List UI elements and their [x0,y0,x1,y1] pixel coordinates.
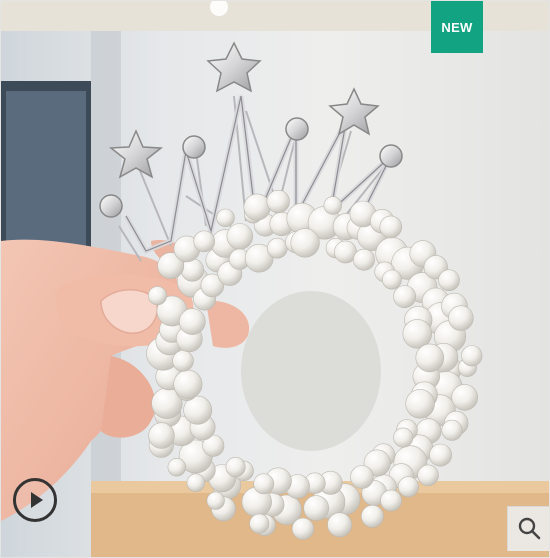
product-photo [1,1,549,557]
pearl [180,258,204,282]
pearl [451,384,479,411]
pearl [429,443,452,467]
pearl [380,489,403,512]
play-icon [31,492,43,508]
pearl [393,427,414,448]
pearl [360,504,384,528]
pearl [206,491,225,510]
pearl [186,473,206,492]
pearl [323,196,342,215]
pearl [405,389,435,419]
pearl [148,422,175,449]
pearl [266,237,288,259]
pearl [243,193,271,221]
pearl [441,419,463,441]
pearl [327,512,353,538]
pearl [438,269,460,292]
pearl [353,248,375,271]
pearl [266,189,290,214]
pearl [461,345,483,367]
pearl [290,228,320,258]
pearl [379,215,403,239]
pearl [173,369,203,399]
pearl [415,343,445,373]
pearl [381,269,402,290]
pearl [397,476,419,498]
pearl [225,456,246,477]
pearl [226,223,254,250]
search-icon [518,517,541,540]
pearl [291,517,315,540]
pearl [148,286,168,306]
product-image-viewer: NEW [0,0,550,558]
new-badge: NEW [431,1,483,53]
zoom-button[interactable] [507,506,549,551]
pearl [216,208,235,228]
pearl [448,305,474,331]
pearl [303,495,330,521]
pearl [193,230,215,253]
pearl [179,308,206,335]
play-video-button[interactable] [13,478,57,522]
ring-center [241,291,381,451]
pearl [172,350,194,372]
pearl [167,458,187,477]
pearl [253,473,275,495]
pearl [417,464,439,486]
pearl [350,465,374,489]
pearl [393,285,417,309]
pearl [249,513,270,534]
